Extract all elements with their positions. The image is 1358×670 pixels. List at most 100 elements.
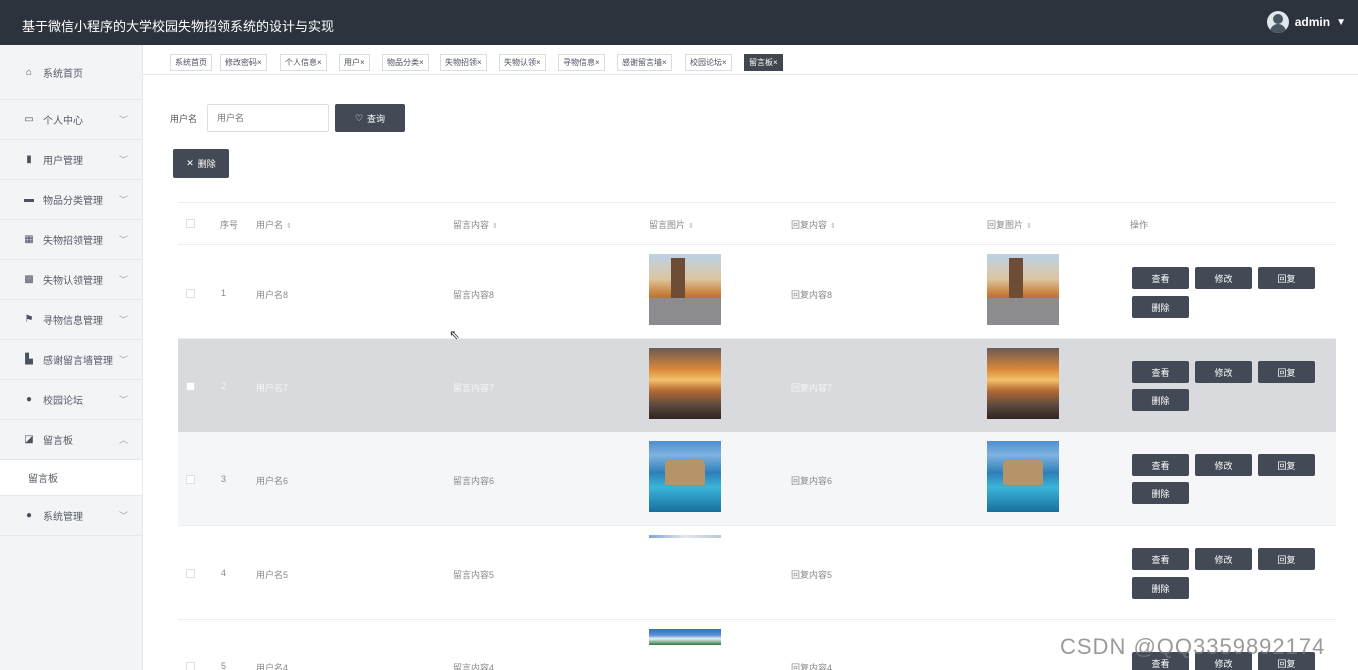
close-icon[interactable]: ×: [595, 58, 600, 67]
sort-icon[interactable]: ⇕: [688, 223, 694, 230]
chevron-up-icon: ︿: [118, 435, 128, 445]
message-image[interactable]: [649, 441, 721, 512]
sidebar-item-thanks-wall-management[interactable]: ▙ 感谢留言墙管理 ﹀: [0, 340, 142, 380]
view-button[interactable]: 查看: [1132, 454, 1189, 476]
row-checkbox[interactable]: [186, 289, 195, 298]
header-image[interactable]: 留言图片 ⇕: [649, 218, 694, 231]
tag-personal-info[interactable]: 个人信息×: [280, 54, 327, 71]
close-icon[interactable]: ×: [477, 58, 482, 67]
reply-image[interactable]: [987, 348, 1059, 419]
row-checkbox[interactable]: [186, 382, 195, 391]
edit-button[interactable]: 修改: [1195, 267, 1252, 289]
reply-button[interactable]: 回复: [1258, 361, 1315, 383]
chevron-down-icon: ﹀: [118, 155, 128, 165]
sidebar-item-home[interactable]: ⌂ 系统首页: [0, 45, 142, 100]
sidebar-item-personal-center[interactable]: ▭ 个人中心 ﹀: [0, 100, 142, 140]
reply-image[interactable]: [987, 254, 1059, 325]
header-reply-image[interactable]: 回复图片 ⇕: [987, 218, 1032, 231]
search-input[interactable]: [207, 104, 329, 132]
sidebar-item-label: 校园论坛: [43, 396, 83, 407]
header-username[interactable]: 用户名 ⇕: [256, 218, 292, 231]
chevron-down-icon: ﹀: [118, 115, 128, 125]
edit-button[interactable]: 修改: [1195, 454, 1252, 476]
edit-button[interactable]: 修改: [1195, 548, 1252, 570]
user-menu[interactable]: admin ▼: [1266, 11, 1346, 33]
avatar[interactable]: [1266, 11, 1289, 33]
card-icon: ▬: [24, 194, 34, 205]
close-icon[interactable]: ×: [419, 58, 424, 67]
sort-icon[interactable]: ⇕: [1026, 223, 1032, 230]
table-row[interactable]: 4 用户名5 留言内容5 回复内容5 查看 修改 回复 删除: [178, 526, 1336, 620]
row-reply: 回复内容5: [791, 570, 833, 580]
batch-delete-button[interactable]: ✕ 删除: [173, 149, 229, 178]
table-row[interactable]: 1 用户名8 留言内容8 回复内容8 查看 修改 回复 删除: [178, 245, 1336, 339]
home-icon: ⌂: [25, 66, 33, 78]
sort-icon[interactable]: ⇕: [830, 223, 836, 230]
search-button[interactable]: ♡ 查询: [335, 104, 405, 132]
close-icon[interactable]: ×: [722, 58, 727, 67]
close-icon: ✕: [186, 158, 194, 168]
tag-campus-forum[interactable]: 校园论坛×: [685, 54, 732, 71]
tag-change-password[interactable]: 修改密码×: [220, 54, 267, 71]
delete-button[interactable]: 删除: [1132, 577, 1189, 599]
delete-button[interactable]: 删除: [1132, 296, 1189, 318]
reply-image[interactable]: [987, 441, 1059, 512]
tag-user[interactable]: 用户×: [339, 54, 370, 71]
sidebar-item-system-management[interactable]: ● 系统管理 ﹀: [0, 496, 142, 536]
sidebar-item-campus-forum[interactable]: ● 校园论坛 ﹀: [0, 380, 142, 420]
row-username: 用户名7: [256, 383, 289, 393]
caret-down-icon[interactable]: ▼: [1336, 17, 1346, 28]
tag-category[interactable]: 物品分类×: [382, 54, 429, 71]
reply-button[interactable]: 回复: [1258, 267, 1315, 289]
sidebar-item-lost-found-management[interactable]: ▦ 失物招领管理 ﹀: [0, 220, 142, 260]
header-content[interactable]: 留言内容 ⇕: [453, 218, 498, 231]
message-image[interactable]: [649, 254, 721, 325]
chevron-down-icon: ﹀: [118, 275, 128, 285]
message-image[interactable]: [649, 629, 721, 645]
reply-button[interactable]: 回复: [1258, 548, 1315, 570]
sidebar-subitem-message-board[interactable]: 留言板: [0, 460, 142, 496]
edit-button[interactable]: 修改: [1195, 361, 1252, 383]
close-icon[interactable]: ×: [773, 58, 778, 67]
sidebar-item-user-management[interactable]: ▮ 用户管理 ﹀: [0, 140, 142, 180]
select-all-checkbox[interactable]: [186, 219, 195, 228]
row-checkbox[interactable]: [186, 569, 195, 578]
username-label[interactable]: admin: [1295, 15, 1330, 29]
message-image[interactable]: [649, 535, 721, 538]
flag-icon: ⚑: [24, 314, 34, 325]
close-icon[interactable]: ×: [317, 58, 322, 67]
sidebar-item-search-info-management[interactable]: ⚑ 寻物信息管理 ﹀: [0, 300, 142, 340]
table-row[interactable]: 2 用户名7 留言内容7 回复内容7 查看 修改 回复 删除: [178, 339, 1336, 433]
view-button[interactable]: 查看: [1132, 267, 1189, 289]
message-image[interactable]: [649, 348, 721, 419]
search-button-label: 查询: [367, 113, 386, 124]
table-row[interactable]: 3 用户名6 留言内容6 回复内容6 查看 修改 回复 删除: [178, 432, 1336, 526]
close-icon[interactable]: ×: [662, 58, 667, 67]
sidebar-item-category-management[interactable]: ▬ 物品分类管理 ﹀: [0, 180, 142, 220]
view-button[interactable]: 查看: [1132, 548, 1189, 570]
row-checkbox[interactable]: [186, 475, 195, 484]
row-checkbox[interactable]: [186, 662, 195, 670]
pin-icon: ●: [25, 394, 33, 405]
sort-icon[interactable]: ⇕: [286, 223, 292, 230]
view-button[interactable]: 查看: [1132, 361, 1189, 383]
tag-lost-found[interactable]: 失物招领×: [440, 54, 487, 71]
delete-button[interactable]: 删除: [1132, 389, 1189, 411]
delete-button-label: 删除: [197, 159, 216, 169]
reply-button[interactable]: 回复: [1258, 454, 1315, 476]
chevron-down-icon: ﹀: [118, 235, 128, 245]
tag-home[interactable]: 系统首页: [170, 54, 212, 71]
sidebar-item-claim-management[interactable]: ▩ 失物认领管理 ﹀: [0, 260, 142, 300]
header-reply[interactable]: 回复内容 ⇕: [791, 218, 836, 231]
close-icon[interactable]: ×: [536, 58, 541, 67]
tag-thanks-wall[interactable]: 感谢留言墙×: [617, 54, 672, 71]
delete-button[interactable]: 删除: [1132, 482, 1189, 504]
sort-icon[interactable]: ⇕: [492, 223, 498, 230]
tag-claim[interactable]: 失物认领×: [499, 54, 546, 71]
tag-search-info[interactable]: 寻物信息×: [558, 54, 605, 71]
tag-message-board[interactable]: 留言板×: [744, 54, 783, 71]
header-label: 回复内容: [791, 220, 828, 230]
close-icon[interactable]: ×: [360, 58, 365, 67]
close-icon[interactable]: ×: [257, 58, 262, 67]
sidebar-item-message-board[interactable]: ◪ 留言板 ︿: [0, 420, 142, 460]
